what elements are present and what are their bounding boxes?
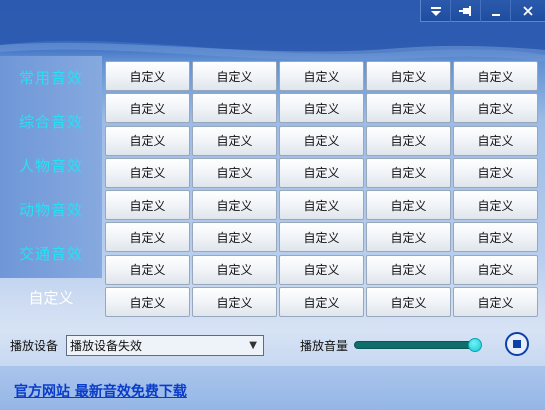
volume-slider-thumb[interactable] xyxy=(468,338,482,352)
sound-button[interactable]: 自定义 xyxy=(366,93,451,124)
stop-button[interactable] xyxy=(505,332,529,356)
sound-button[interactable]: 自定义 xyxy=(105,287,190,318)
sidebar-item-general[interactable]: 综合音效 xyxy=(0,101,102,141)
sound-button[interactable]: 自定义 xyxy=(105,222,190,253)
category-sidebar: 常用音效 综合音效 人物音效 动物音效 交通音效 自定义 xyxy=(0,56,102,310)
sidebar-item-custom[interactable]: 自定义 xyxy=(0,277,102,317)
sound-button[interactable]: 自定义 xyxy=(105,157,190,188)
sound-button[interactable]: 自定义 xyxy=(453,254,538,285)
sound-button[interactable]: 自定义 xyxy=(453,157,538,188)
sound-button[interactable]: 自定义 xyxy=(366,61,451,91)
minimize-button[interactable] xyxy=(481,0,511,22)
sidebar-item-traffic[interactable]: 交通音效 xyxy=(0,233,102,273)
sound-button[interactable]: 自定义 xyxy=(279,157,364,188)
minimize-icon xyxy=(491,14,500,16)
sound-button[interactable]: 自定义 xyxy=(366,254,451,285)
app-window: 常用音效 综合音效 人物音效 动物音效 交通音效 自定义 自定义 自定义 自定义 自定… xyxy=(0,0,545,410)
stop-icon xyxy=(513,340,521,348)
sound-button[interactable]: 自定义 xyxy=(279,287,364,318)
sound-button[interactable]: 自定义 xyxy=(192,254,277,285)
device-label: 播放设备 xyxy=(10,339,59,353)
sound-button[interactable]: 自定义 xyxy=(453,190,538,221)
device-select-value: 播放设备失效 xyxy=(70,339,143,353)
sound-button[interactable]: 自定义 xyxy=(366,190,451,221)
sound-button[interactable]: 自定义 xyxy=(105,254,190,285)
sound-button[interactable]: 自定义 xyxy=(192,125,277,156)
sound-button-grid: 自定义 自定义 自定义 自定义 自定义 自定义 自定义 自定义 自定义 自定义 自定义 自定义 自定义自… xyxy=(105,61,538,318)
sound-button[interactable]: 自定义 xyxy=(453,93,538,124)
sound-button[interactable]: 自定义 xyxy=(366,125,451,156)
dropdown-menu-icon xyxy=(430,7,441,16)
chevron-down-icon: ▼ xyxy=(249,340,257,351)
sound-button[interactable]: 自定义 xyxy=(453,222,538,253)
sound-button[interactable]: 自定义 xyxy=(105,61,190,91)
sound-button[interactable]: 自定义 xyxy=(279,254,364,285)
sound-button[interactable]: 自定义 xyxy=(279,125,364,156)
pin-button[interactable] xyxy=(451,0,481,22)
menu-dropdown-button[interactable] xyxy=(421,0,451,22)
sidebar-item-common[interactable]: 常用音效 xyxy=(0,57,102,97)
close-button[interactable] xyxy=(511,0,545,22)
sound-button[interactable]: 自定义 xyxy=(192,222,277,253)
sound-button[interactable]: 自定义 xyxy=(105,190,190,221)
sidebar-item-animals[interactable]: 动物音效 xyxy=(0,189,102,229)
sound-button[interactable]: 自定义 xyxy=(279,222,364,253)
volume-label: 播放音量 xyxy=(300,339,349,353)
volume-slider-track[interactable] xyxy=(354,341,478,349)
pin-icon xyxy=(458,6,471,16)
sound-button[interactable]: 自定义 xyxy=(192,287,277,318)
device-select[interactable]: 播放设备失效 ▼ xyxy=(66,335,264,356)
sound-button[interactable]: 自定义 xyxy=(453,287,538,318)
sound-button[interactable]: 自定义 xyxy=(105,93,190,124)
sound-button[interactable]: 自定义 xyxy=(279,190,364,221)
official-site-link[interactable]: 官方网站 最新音效免费下载 xyxy=(14,381,187,401)
sidebar-item-people[interactable]: 人物音效 xyxy=(0,145,102,185)
sound-button[interactable]: 自定义 xyxy=(453,61,538,91)
sound-button[interactable]: 自定义 xyxy=(453,125,538,156)
sound-button[interactable]: 自定义 xyxy=(366,222,451,253)
sound-button[interactable]: 自定义 xyxy=(366,287,451,318)
sound-button[interactable]: 自定义 xyxy=(192,157,277,188)
sound-button[interactable]: 自定义 xyxy=(279,93,364,124)
sound-button[interactable]: 自定义 xyxy=(192,190,277,221)
sound-button[interactable]: 自定义 xyxy=(279,61,364,91)
close-icon xyxy=(523,6,533,16)
titlebar-controls xyxy=(420,0,545,22)
sound-button[interactable]: 自定义 xyxy=(105,125,190,156)
sound-button[interactable]: 自定义 xyxy=(366,157,451,188)
sound-button[interactable]: 自定义 xyxy=(192,61,277,91)
sound-button[interactable]: 自定义 xyxy=(192,93,277,124)
